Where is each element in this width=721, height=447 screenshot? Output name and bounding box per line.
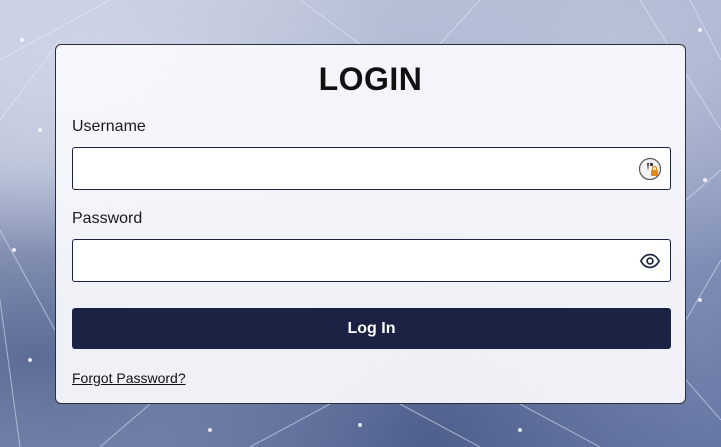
page-title: LOGIN [318, 61, 423, 97]
username-field-box [72, 147, 671, 190]
password-label: Password [72, 210, 143, 227]
forgot-password-link[interactable]: Forgot Password? [72, 370, 186, 386]
login-card: LOGIN Username Password Log In Forgot Pa… [55, 44, 686, 404]
username-input[interactable] [73, 148, 633, 189]
password-input[interactable] [73, 240, 633, 281]
password-field-box [72, 239, 671, 282]
password-manager-icon[interactable] [638, 157, 662, 181]
eye-icon[interactable] [638, 249, 662, 273]
login-button[interactable]: Log In [72, 308, 671, 349]
username-label: Username [72, 118, 146, 135]
